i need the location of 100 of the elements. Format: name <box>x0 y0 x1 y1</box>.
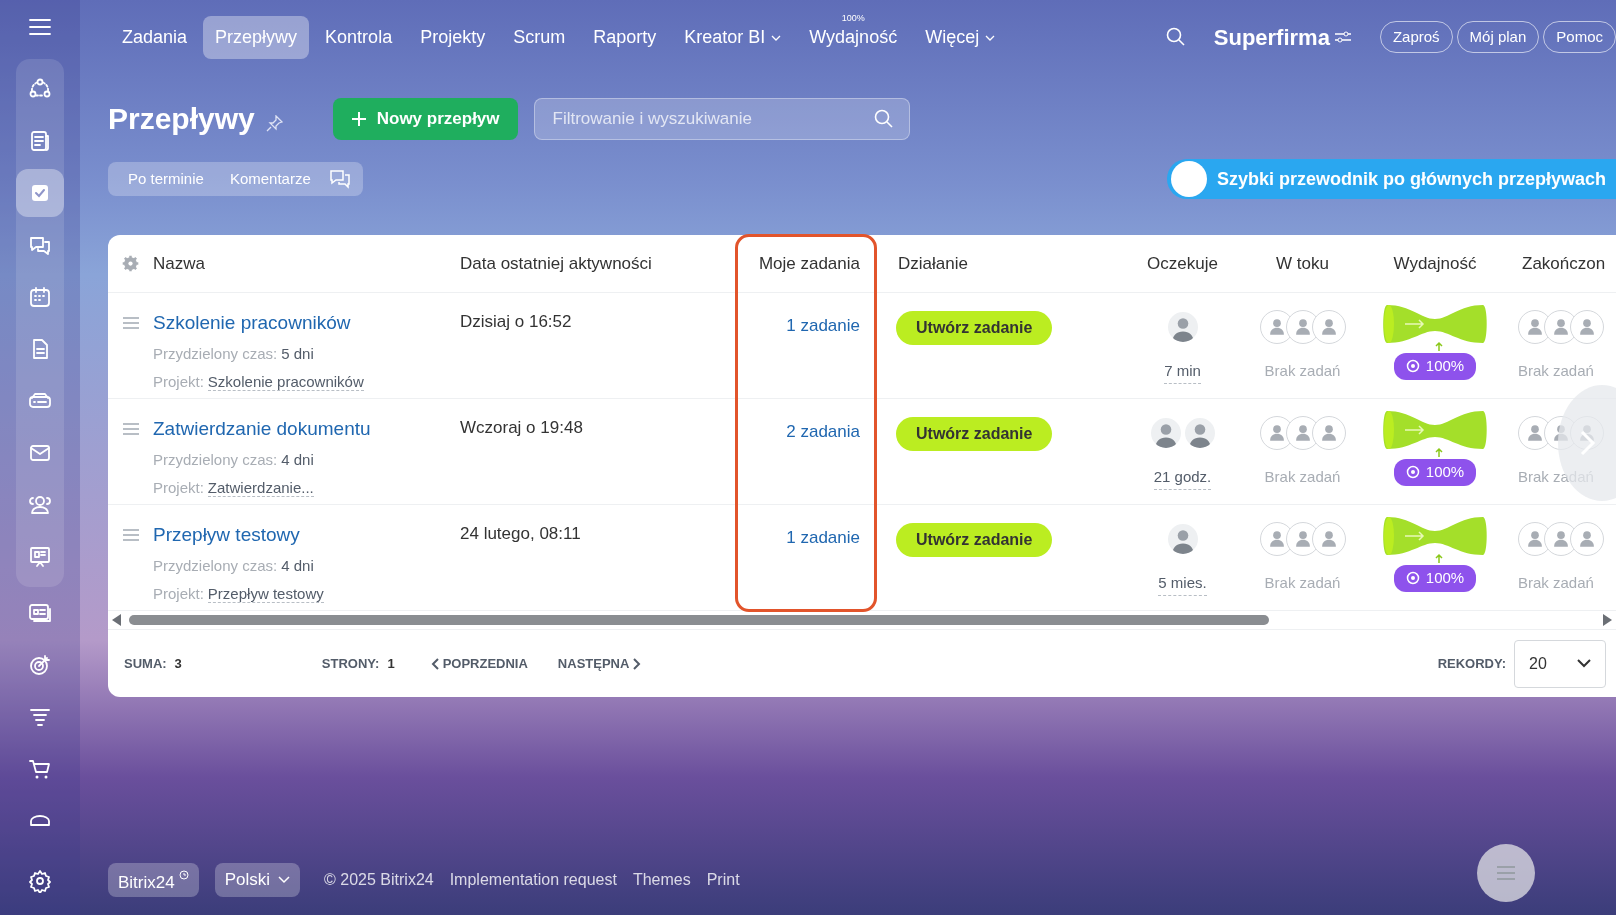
nav-tab[interactable]: Raporty <box>581 15 669 59</box>
field-label: Przydzielony czas: <box>153 450 278 468</box>
tasks-link[interactable]: 1 zadanie <box>786 525 860 551</box>
empty-status: Brak zadań <box>1264 361 1341 381</box>
create-task-button[interactable]: Utwórz zadanie <box>896 311 1053 345</box>
target-icon <box>28 653 52 677</box>
newspaper-icon <box>28 129 52 153</box>
drag-handle-icon[interactable] <box>122 529 139 541</box>
contact-card-icon <box>28 601 52 625</box>
plus-icon <box>350 110 367 127</box>
people-icon <box>28 493 52 517</box>
field-value: 4 dni <box>281 450 314 468</box>
efficiency-badge: 100% <box>1393 459 1477 486</box>
avatar-icon <box>1170 161 1207 197</box>
brand-button[interactable]: Bitrix24 <box>108 863 199 897</box>
efficiency-icon <box>1405 571 1420 586</box>
column-header[interactable]: Zakończon <box>1522 250 1606 277</box>
scrollbar-thumb[interactable] <box>129 615 1269 625</box>
flow-link[interactable]: Przepływ testowy <box>153 524 300 545</box>
chevron-right-icon <box>1580 430 1596 456</box>
field-label: Przydzielony czas: <box>153 344 278 362</box>
field-label: Przydzielony czas: <box>153 556 278 574</box>
tasks-link[interactable]: 2 zadania <box>786 419 860 445</box>
chevron-right-icon <box>633 657 642 670</box>
select-value: 20 <box>1529 653 1547 674</box>
clock-icon <box>178 870 189 880</box>
column-header[interactable]: Nazwa <box>153 250 205 277</box>
nav-tab[interactable]: Kontrola <box>313 15 405 59</box>
previous-page-link[interactable]: POPRZEDNIA <box>424 652 534 675</box>
search-icon[interactable] <box>873 108 894 129</box>
footer-link[interactable]: Print <box>706 868 740 892</box>
copyright-text: © 2025 Bitrix24 <box>324 870 434 890</box>
table-cell: 24 lutego, 08:11 <box>460 524 581 543</box>
pager-label: REKORDY: <box>1437 654 1506 673</box>
chevron-down-icon <box>1577 659 1591 668</box>
nav-tab[interactable]: Projekty <box>408 15 498 59</box>
company-name[interactable]: Superfirma <box>1213 20 1330 54</box>
table-cell: Wczoraj o 19:48 <box>460 418 583 437</box>
waiting-time[interactable]: 5 mies. <box>1158 572 1207 596</box>
project-link[interactable]: Zatwierdzanie... <box>207 478 314 497</box>
nav-tab[interactable]: Scrum <box>501 15 578 59</box>
nav-tab[interactable]: Kreator BI <box>672 15 794 59</box>
tasks-link[interactable]: 1 zadanie <box>786 313 860 339</box>
column-header[interactable]: Moje zadania <box>758 250 860 277</box>
pager-label: STRONY: <box>321 654 380 673</box>
chevron-left-icon <box>430 657 439 670</box>
field-label: Projekt: <box>153 478 204 496</box>
flow-link[interactable]: Zatwierdzanie dokumentu <box>153 418 371 439</box>
field-label: Projekt: <box>153 584 204 602</box>
waiting-time[interactable]: 21 godz. <box>1153 466 1212 490</box>
empty-status: Brak zadań <box>1264 573 1341 593</box>
list-icon <box>1496 866 1516 880</box>
footer-link[interactable]: Themes <box>632 868 691 892</box>
nav-tab[interactable]: Zadania <box>110 15 200 59</box>
sliders-icon[interactable] <box>1333 30 1352 44</box>
column-header[interactable]: Data ostatniej aktywności <box>460 250 652 277</box>
scroll-right-icon[interactable] <box>1603 614 1612 626</box>
comments-icon[interactable] <box>328 169 351 189</box>
project-link[interactable]: Przepływ testowy <box>207 584 324 603</box>
page-title: Przepływy <box>108 101 255 137</box>
records-select[interactable]: 20 <box>1514 639 1606 688</box>
waiting-time[interactable]: 7 min <box>1164 360 1201 384</box>
pager-label: SUMA: <box>124 654 167 673</box>
efficiency-icon <box>1405 359 1420 374</box>
next-page-link[interactable]: NASTĘPNA <box>551 652 648 675</box>
column-header[interactable]: Wydajność <box>1393 250 1477 277</box>
efficiency-badge: 100% <box>1393 353 1477 380</box>
column-header[interactable]: W toku <box>1276 250 1329 277</box>
search-icon[interactable] <box>1165 27 1186 47</box>
presentation-icon <box>28 545 52 569</box>
caret-icon <box>771 34 782 41</box>
field-value: 5 dni <box>281 344 314 362</box>
efficiency-icon <box>1405 465 1420 480</box>
footer-link[interactable]: Implementation request <box>449 868 617 892</box>
column-header[interactable]: Oczekuje <box>1147 250 1218 277</box>
table-cell: Dzisiaj o 16:52 <box>460 312 572 331</box>
empty-status: Brak zadań <box>1264 467 1341 487</box>
efficiency-badge: 100% <box>1393 565 1477 592</box>
project-link[interactable]: Szkolenie pracowników <box>207 372 364 391</box>
caret-icon <box>985 34 996 41</box>
cart-icon <box>28 757 52 781</box>
flow-link[interactable]: Szkolenie pracowników <box>153 312 351 333</box>
nav-tab[interactable]: Więcej <box>913 15 1008 59</box>
menu-icon[interactable] <box>29 18 51 36</box>
drag-handle-icon[interactable] <box>122 423 139 435</box>
column-header[interactable]: Działanie <box>898 250 968 277</box>
pin-icon[interactable] <box>264 114 283 133</box>
pager-value: 1 <box>387 654 395 673</box>
caret-icon <box>278 876 291 884</box>
drag-handle-icon[interactable] <box>122 317 139 329</box>
field-value: 4 dni <box>281 556 314 574</box>
pager-value: 3 <box>174 654 182 673</box>
empty-status: Brak zadań <box>1518 573 1595 593</box>
scroll-left-icon[interactable] <box>112 614 121 626</box>
empty-status: Brak zadań <box>1518 361 1595 381</box>
calendar-icon <box>28 285 52 309</box>
language-select[interactable]: Polski <box>214 863 301 897</box>
create-task-button[interactable]: Utwórz zadanie <box>896 417 1053 451</box>
field-label: Projekt: <box>153 372 204 390</box>
create-task-button[interactable]: Utwórz zadanie <box>896 523 1053 557</box>
